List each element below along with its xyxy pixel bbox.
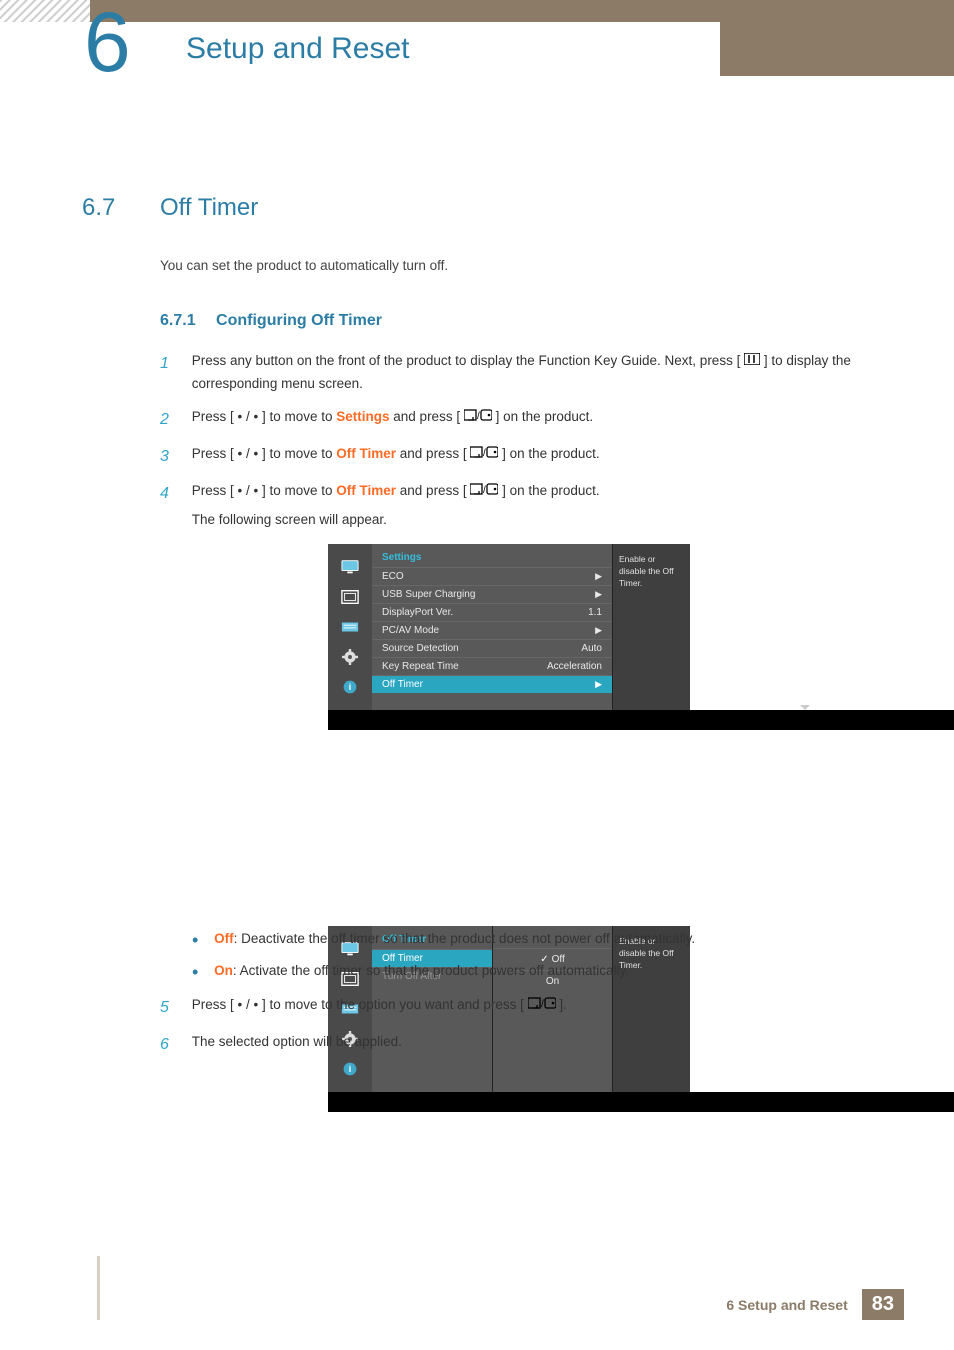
subsection-number: 6.7.1	[160, 312, 196, 329]
step-number: 1	[160, 350, 188, 377]
header-hatch-decor	[0, 0, 90, 22]
page-footer: 6 Setup and Reset 83	[726, 1289, 904, 1320]
chevron-right-icon: ▶	[595, 679, 602, 690]
keyword-offtimer: Off Timer	[336, 483, 396, 498]
step-1: 1 Press any button on the front of the p…	[160, 350, 880, 396]
select-enter-icon: /	[470, 443, 498, 466]
select-enter-icon: /	[464, 406, 492, 429]
keyword-settings: Settings	[336, 409, 389, 424]
osd-row: USB Super Charging▶	[372, 585, 612, 603]
chapter-number: 6	[84, 0, 131, 84]
osd-row: Source DetectionAuto	[372, 639, 612, 657]
step-text: Press [ • / • ] to move to	[192, 483, 337, 498]
osd-navbar: ◀ ▼ ▲ ↵	[328, 1092, 954, 1112]
bullet-text: : Deactivate the off timer so that the p…	[234, 931, 696, 946]
step-2: 2 Press [ • / • ] to move to Settings an…	[160, 406, 880, 433]
display-icon	[340, 558, 360, 576]
step-text: Press [ • / • ] to move to	[192, 446, 337, 461]
osd-help-pane: Enable or disable the Off Timer.	[612, 544, 690, 710]
bullet-text: : Activate the off timer so that the pro…	[233, 963, 629, 978]
select-enter-icon: /	[528, 994, 556, 1017]
step-text: and press [	[390, 409, 461, 424]
keyword-on: On	[214, 963, 233, 978]
osd-sidebar: i	[328, 544, 372, 710]
step-follow-text: The following screen will appear.	[192, 509, 872, 532]
bullet-on: • On: Activate the off timer so that the…	[192, 960, 872, 982]
osd-row-selected: Off Timer▶	[372, 675, 612, 693]
osd-screenshot-settings: i Settings ECO▶ USB Super Charging▶ Disp…	[328, 544, 954, 730]
step-text: ] on the product.	[496, 409, 594, 424]
svg-text:i: i	[349, 682, 351, 692]
osd-row: DisplayPort Ver.1.1	[372, 603, 612, 621]
keyword-offtimer: Off Timer	[336, 446, 396, 461]
step-text: ] on the product.	[502, 483, 600, 498]
osd-navbar: ◀ ▼ ▲ ▶	[328, 710, 954, 730]
osd-title: Settings	[372, 544, 612, 567]
chevron-right-icon: ▶	[595, 625, 602, 636]
step-text: ] on the product.	[502, 446, 600, 461]
bullet-off: • Off: Deactivate the off timer so that …	[192, 928, 872, 950]
keyword-off: Off	[214, 931, 234, 946]
osd-row: Key Repeat TimeAcceleration	[372, 657, 612, 675]
step-text: The selected option will be applied.	[192, 1031, 872, 1054]
scroll-down-icon	[800, 705, 810, 710]
menu-icon	[744, 350, 760, 373]
svg-text:/: /	[483, 485, 486, 495]
section-title: Off Timer	[160, 194, 258, 222]
step-number: 3	[160, 443, 188, 470]
footer-rule	[97, 1256, 100, 1320]
option-bullets: • Off: Deactivate the off timer so that …	[192, 928, 872, 991]
step-text: Press [ • / • ] to move to the option yo…	[192, 997, 524, 1012]
step-text: ].	[559, 997, 567, 1012]
steps-list-cont: 5 Press [ • / • ] to move to the option …	[160, 994, 880, 1068]
svg-text:/: /	[483, 448, 486, 458]
step-text: and press [	[396, 483, 467, 498]
step-6: 6 The selected option will be applied.	[160, 1031, 880, 1058]
step-5: 5 Press [ • / • ] to move to the option …	[160, 994, 880, 1021]
section-intro: You can set the product to automatically…	[160, 258, 448, 273]
step-4: 4 Press [ • / • ] to move to Off Timer a…	[160, 480, 880, 532]
picture-icon	[340, 588, 360, 606]
step-text: Press [ • / • ] to move to	[192, 409, 337, 424]
bullet-dot-icon: •	[192, 930, 198, 950]
osd-row: PC/AV Mode▶	[372, 621, 612, 639]
page-number: 83	[862, 1289, 904, 1320]
info-icon: i	[340, 678, 360, 696]
subsection-title: Configuring Off Timer	[216, 312, 382, 329]
gear-icon	[340, 648, 360, 666]
list-icon	[340, 618, 360, 636]
subsection-heading: 6.7.1 Configuring Off Timer	[160, 312, 382, 330]
select-enter-icon: /	[470, 480, 498, 503]
step-number: 5	[160, 994, 188, 1021]
steps-list: 1 Press any button on the front of the p…	[160, 350, 880, 542]
osd-row: ECO▶	[372, 567, 612, 585]
chapter-title: Setup and Reset	[186, 32, 410, 66]
osd-main-pane: Settings ECO▶ USB Super Charging▶ Displa…	[372, 544, 612, 710]
footer-chapter: 6 Setup and Reset	[726, 1297, 847, 1313]
chevron-right-icon: ▶	[595, 589, 602, 600]
section-number: 6.7	[82, 194, 115, 222]
step-3: 3 Press [ • / • ] to move to Off Timer a…	[160, 443, 880, 470]
step-text: and press [	[396, 446, 467, 461]
step-text: Press any button on the front of the pro…	[192, 353, 744, 368]
step-number: 4	[160, 480, 188, 507]
step-number: 2	[160, 406, 188, 433]
bullet-dot-icon: •	[192, 962, 198, 982]
svg-text:/: /	[477, 411, 480, 421]
svg-text:/: /	[541, 999, 544, 1009]
chevron-right-icon: ▶	[595, 571, 602, 582]
step-number: 6	[160, 1031, 188, 1058]
